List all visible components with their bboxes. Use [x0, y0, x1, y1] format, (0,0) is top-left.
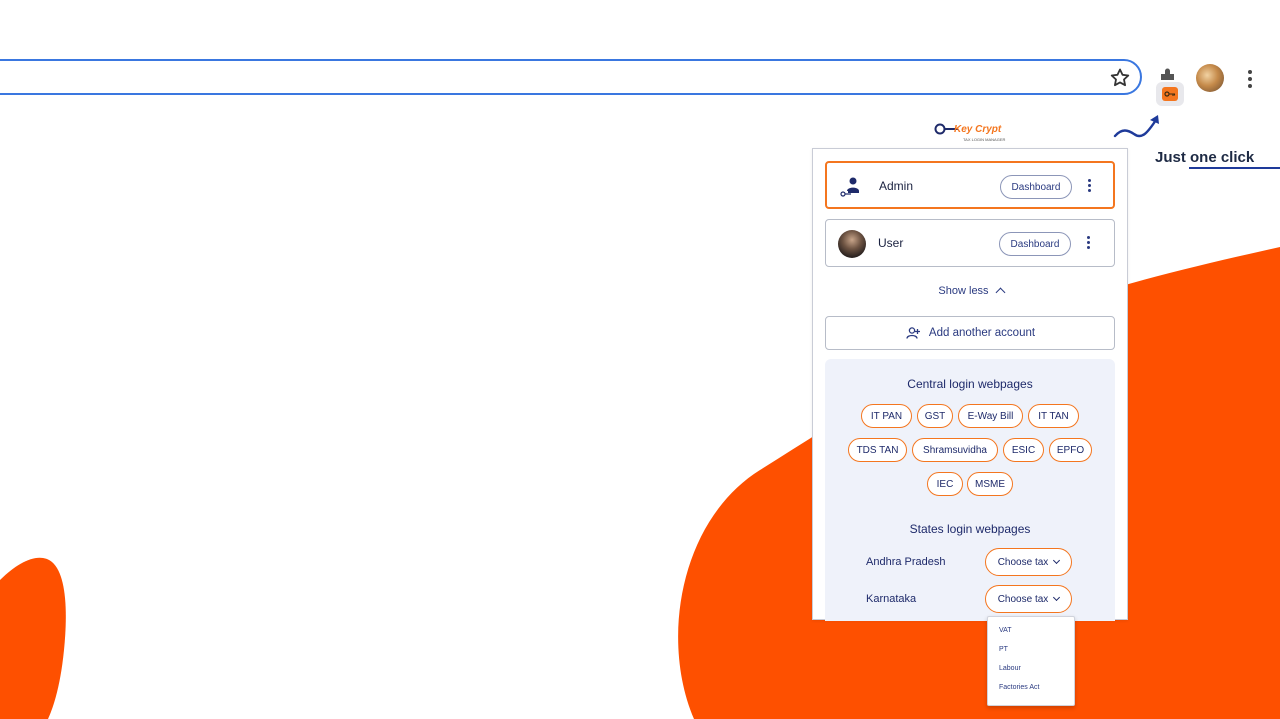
dashboard-button[interactable]: Dashboard [999, 232, 1071, 256]
admin-key-icon [840, 177, 859, 197]
chip-epfo[interactable]: EPFO [1049, 438, 1092, 462]
more-options-icon[interactable] [1085, 179, 1093, 195]
choose-tax-select-andhra-pradesh[interactable]: Choose tax [985, 548, 1072, 576]
option-vat[interactable]: VAT [999, 627, 1012, 634]
callout-underline [1189, 167, 1280, 169]
show-less-toggle[interactable]: Show less [813, 285, 1129, 298]
user-avatar [838, 230, 866, 258]
state-name-andhra-pradesh: Andhra Pradesh [866, 556, 946, 568]
chip-tds-tan[interactable]: TDS TAN [848, 438, 907, 462]
key-icon [1162, 87, 1178, 101]
add-account-button[interactable]: Add another account [825, 316, 1115, 350]
address-bar[interactable] [0, 59, 1142, 95]
add-user-icon [906, 327, 920, 339]
callout-text: Just one click [1155, 149, 1255, 166]
chip-iec[interactable]: IEC [927, 472, 963, 496]
pointer-arrow-icon [1113, 115, 1159, 138]
more-options-icon[interactable] [1084, 236, 1092, 252]
chip-esic[interactable]: ESIC [1003, 438, 1044, 462]
chip-gst[interactable]: GST [917, 404, 953, 428]
chip-it-pan[interactable]: IT PAN [861, 404, 912, 428]
chip-eway-bill[interactable]: E-Way Bill [958, 404, 1023, 428]
chevron-up-icon [995, 287, 1006, 298]
chip-msme[interactable]: MSME [967, 472, 1013, 496]
keycrypt-extension-button[interactable] [1156, 82, 1184, 106]
state-name-karnataka: Karnataka [866, 593, 917, 605]
option-factories-act[interactable]: Factories Act [999, 684, 1039, 691]
keycrypt-logo: Key Crypt TAX LOGIN MANAGER [930, 119, 1010, 145]
browser-menu-icon[interactable] [1244, 68, 1256, 90]
chevron-down-icon [1053, 556, 1061, 564]
dashboard-button[interactable]: Dashboard [1000, 175, 1072, 199]
chip-it-tan[interactable]: IT TAN [1028, 404, 1079, 428]
central-login-title: Central login webpages [907, 377, 1033, 391]
account-card-admin[interactable]: Admin Dashboard [825, 161, 1115, 209]
login-webpages-panel: Central login webpages IT PAN GST E-Way … [825, 359, 1115, 621]
chip-shramsuvidha[interactable]: Shramsuvidha [912, 438, 998, 462]
extensions-puzzle-icon[interactable] [1157, 64, 1181, 84]
account-name: User [878, 236, 904, 250]
choose-tax-select-karnataka[interactable]: Choose tax [985, 585, 1072, 613]
account-name: Admin [879, 179, 914, 193]
option-pt[interactable]: PT [999, 646, 1008, 653]
tax-options-dropdown: VAT PT Labour Factories Act [987, 616, 1075, 706]
profile-avatar[interactable] [1196, 64, 1224, 92]
option-labour[interactable]: Labour [999, 665, 1021, 672]
account-card-user[interactable]: User Dashboard [825, 219, 1115, 267]
bookmark-star-icon[interactable] [1108, 66, 1132, 90]
extension-popup: Admin Dashboard User Dashboard Show less… [812, 148, 1129, 621]
chevron-down-icon [1053, 593, 1061, 601]
states-login-title: States login webpages [909, 522, 1031, 536]
